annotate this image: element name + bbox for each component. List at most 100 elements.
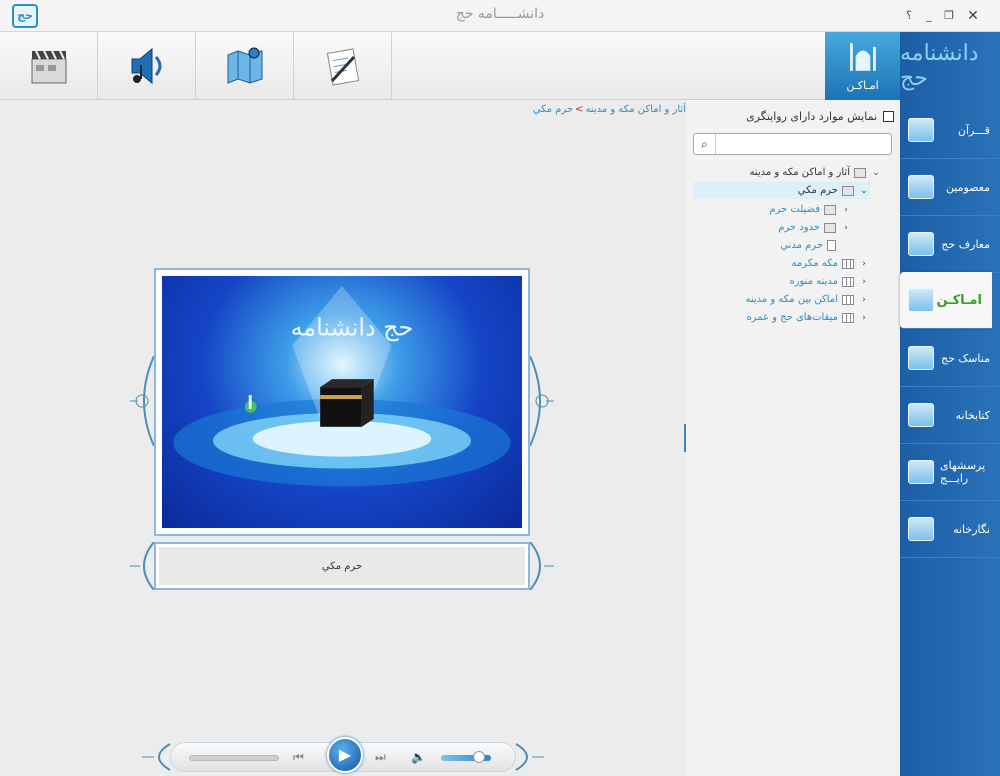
folder-icon (854, 167, 866, 178)
sidebar-item-maaref[interactable]: معارف حج (900, 216, 1000, 273)
book-icon (842, 276, 854, 287)
next-icon[interactable]: ⏭ (375, 750, 386, 765)
right-ornament (529, 356, 554, 446)
search-icon[interactable]: ⌕ (694, 134, 716, 154)
sidebar-item-label: پرسشهای رايـــج (940, 459, 986, 485)
document-icon (824, 222, 836, 233)
mosque-icon (908, 288, 934, 312)
image-logo-text: حج دانشنامه (291, 314, 414, 342)
left-ornament (130, 356, 155, 446)
sidebar-item-quran[interactable]: قـــرآن (900, 102, 1000, 159)
sidebar-item-label: مناسک حج (940, 351, 990, 365)
tree-panel: نمايش موارد دارای روايتگری ⌕ ⌄ آثار و ام… (686, 100, 900, 776)
media-left-ornament (142, 743, 171, 771)
tree-node-label: حدود حرم (778, 222, 820, 233)
sidebar-logo: دانشنامه حج (900, 41, 979, 91)
page-icon (827, 240, 836, 251)
sidebar-item-masoomin[interactable]: معصومين (900, 159, 1000, 216)
video-tool-button[interactable] (0, 32, 98, 100)
search-input[interactable]: ⌕ (693, 133, 892, 155)
narration-checkbox[interactable] (883, 110, 894, 122)
breadcrumb-separator: > (575, 104, 584, 115)
image-frame: حج دانشنامه (154, 268, 530, 536)
shrine-icon (908, 175, 934, 199)
sidebar-item-label: معارف حج (941, 237, 990, 251)
tree-node-selected[interactable]: ⌄ حرم مكي (693, 182, 870, 199)
volume-knob[interactable] (473, 751, 485, 763)
previous-icon[interactable]: ⏮ (293, 750, 304, 765)
tree-node-label: مكه مكرمه (791, 258, 838, 269)
tree-node[interactable]: › مدينه منوره (789, 273, 870, 290)
sidebar-item-label: امـاكـن (936, 292, 982, 308)
map-tool-button[interactable] (196, 32, 294, 100)
chevron-down-icon[interactable]: ⌄ (870, 168, 882, 178)
tab-amakan-label: امـاكـن (846, 79, 879, 92)
tree-node[interactable]: › اماكن بين مكه و مدينه (745, 291, 870, 308)
sidebar: دانشنامه حج قـــرآن معصومين معارف حج امـ… (900, 32, 1000, 776)
chevron-right-icon[interactable]: › (840, 223, 852, 233)
tree-node-label: ميقات‌های حج و عمره (746, 312, 838, 323)
breadcrumb: آثار و اماكن مكه و مدينه>حرم مكي (520, 104, 686, 115)
kaaba-image[interactable]: حج دانشنامه (162, 276, 522, 528)
tree-node[interactable]: › ميقات‌های حج و عمره (746, 309, 870, 326)
speaker-icon (131, 47, 161, 85)
mosque-icon (850, 43, 876, 71)
tree-node[interactable]: حرم مدني (780, 237, 852, 254)
tree-node-label: آثار و اماكن مكه و مدينه (749, 167, 850, 178)
chevron-down-icon[interactable]: ⌄ (858, 186, 870, 196)
gallery-icon (908, 517, 934, 541)
sidebar-item-label: قـــرآن (957, 123, 990, 137)
breadcrumb-current: حرم مكي (532, 104, 574, 115)
audio-tool-button[interactable] (98, 32, 196, 100)
window-title: دانشـــــامه حج (455, 6, 545, 22)
media-player: ⏮ ▶ ⏭ 🔈 (170, 737, 516, 773)
chevron-right-icon[interactable]: › (858, 295, 870, 305)
breadcrumb-parent[interactable]: آثار و اماكن مكه و مدينه (585, 104, 686, 115)
tree-node[interactable]: › فضيلت حرم (769, 201, 852, 218)
pilgrim-icon (908, 346, 934, 370)
sidebar-item-label: معصومين (945, 180, 990, 194)
narration-checkbox-label: نمايش موارد دارای روايتگری (746, 109, 877, 123)
sidebar-item-gallery[interactable]: نگارخانه (900, 501, 1000, 558)
tree-node-label: فضيلت حرم (769, 204, 820, 215)
media-right-ornament (515, 743, 544, 771)
sidebar-item-amakan[interactable]: امـاكـن (900, 272, 992, 329)
quran-icon (908, 118, 934, 142)
sidebar-item-manasek[interactable]: مناسک حج (900, 330, 1000, 387)
seek-bar[interactable] (189, 755, 279, 761)
sidebar-item-label: نگارخانه (953, 522, 990, 536)
tree-node[interactable]: › مكه مكرمه (791, 255, 870, 272)
help-button[interactable]: ؟ (898, 8, 920, 24)
sidebar-item-label: كتابخانه (955, 408, 990, 422)
film-clapper-icon (31, 50, 66, 84)
chevron-right-icon[interactable]: › (858, 313, 870, 323)
maximize-button[interactable]: ❐ (938, 8, 960, 24)
book-icon (908, 232, 934, 256)
question-icon (908, 460, 934, 484)
chevron-right-icon[interactable]: › (858, 259, 870, 269)
chevron-right-icon[interactable]: › (840, 205, 852, 215)
close-button[interactable]: ✕ (958, 8, 988, 24)
image-caption: حرم مكي (159, 547, 525, 585)
tree-node-label: مدينه منوره (789, 276, 838, 287)
narration-filter[interactable]: نمايش موارد دارای روايتگری (694, 108, 894, 124)
book-icon (842, 258, 854, 269)
sidebar-item-library[interactable]: كتابخانه (900, 387, 1000, 444)
tree-node-label: حرم مكي (797, 185, 838, 196)
document-pen-icon (326, 48, 359, 86)
text-tool-button[interactable] (294, 32, 392, 100)
volume-icon[interactable]: 🔈 (411, 750, 426, 764)
chevron-right-icon[interactable]: › (858, 277, 870, 287)
kaaba-illustration: حج دانشنامه (173, 285, 511, 487)
tab-amakan[interactable]: امـاكـن (825, 32, 900, 100)
document-icon (824, 204, 836, 215)
title-bar: حج دانشـــــامه حج ؟ _ ❐ ✕ (0, 0, 1000, 32)
tree-node[interactable]: ⌄ آثار و اماكن مكه و مدينه (749, 164, 882, 181)
play-button[interactable]: ▶ (327, 737, 363, 773)
sidebar-item-faq[interactable]: پرسشهای رايـــج (900, 444, 1000, 501)
caption-box: حرم مكي (154, 542, 530, 590)
caption-left-ornament (130, 542, 155, 590)
minimize-button[interactable]: _ (918, 8, 940, 24)
book-icon (842, 312, 854, 323)
tree-node[interactable]: › حدود حرم (778, 219, 852, 236)
